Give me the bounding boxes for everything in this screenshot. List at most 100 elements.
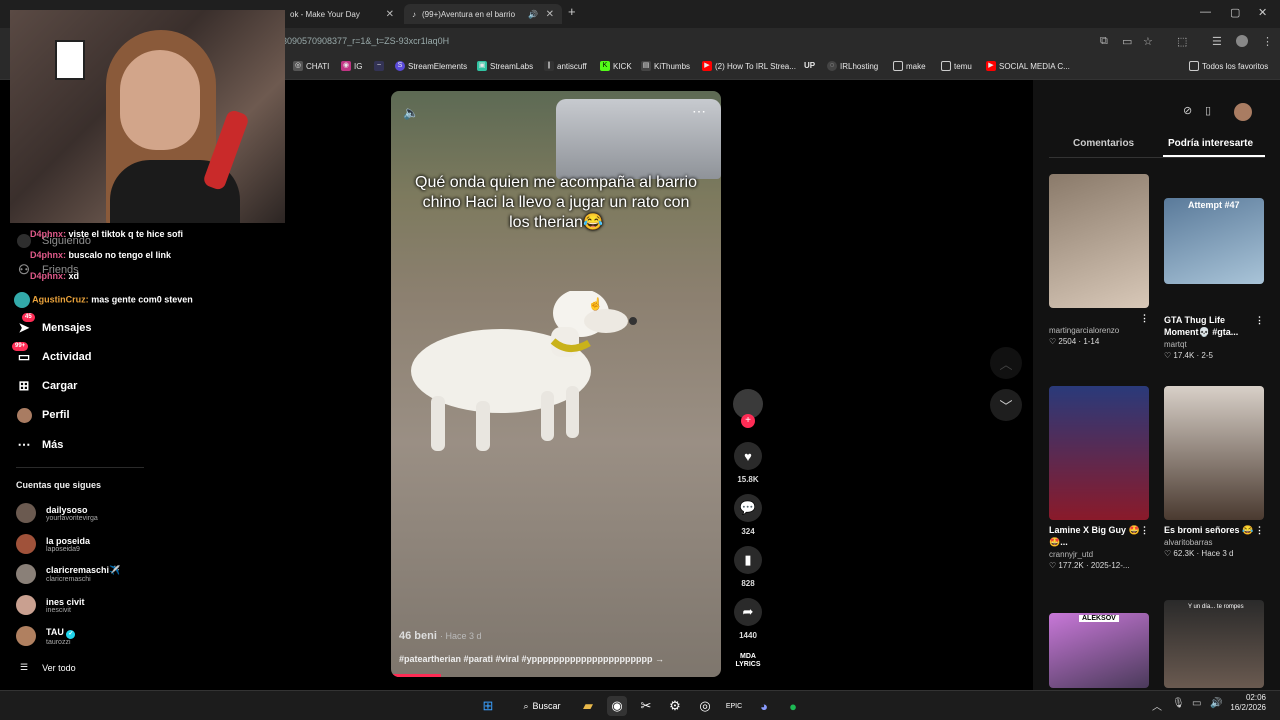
sidebar-item-actividad[interactable]: ▭ 99+ Actividad <box>12 342 92 365</box>
star-bookmark-icon[interactable]: ☆ <box>1143 35 1153 48</box>
bookmark-ig[interactable]: ◉ IG <box>341 61 362 71</box>
video-hashtags[interactable]: #pateartherian #parati #viral #ypppppppp… <box>399 654 664 664</box>
tab-podria-interesarte[interactable]: Podría interesarte <box>1168 138 1253 149</box>
user-avatar[interactable] <box>1234 103 1252 121</box>
card-more-icon[interactable]: ⋮ <box>1255 314 1264 338</box>
streamlabs-icon: ▣ <box>477 61 487 71</box>
see-all-label: Ver todo <box>42 662 76 673</box>
close-tab-icon[interactable]: ✕ <box>546 9 554 20</box>
chat-message: D4phnx: xd <box>30 271 79 281</box>
card-stats: ♡ 62.3K · Hace 3 d <box>1164 549 1234 558</box>
heart-outline-icon: ♡ <box>1164 351 1172 360</box>
system-clock[interactable]: 02:06 16/2/2026 <box>1230 693 1266 713</box>
video-progress-bar[interactable] <box>391 674 441 677</box>
following-account[interactable]: la poseida laposeida9 <box>16 534 90 554</box>
compass-icon[interactable]: ⊘ <box>1183 104 1192 117</box>
steam-icon[interactable]: ⚙ <box>665 696 685 716</box>
minimize-button[interactable]: — <box>1200 6 1211 18</box>
bookmark-youtube[interactable]: ▶ (2) How To IRL Strea... <box>702 61 796 71</box>
bookmark-chart[interactable]: ~ <box>374 61 384 71</box>
volume-icon[interactable]: 🔊 <box>1210 698 1222 709</box>
tab-tiktok-active[interactable]: ♪ (99+)Aventura en el barrio 🔊 ✕ <box>404 4 562 24</box>
bookmark-kithumbs[interactable]: ▤ KiThumbs <box>641 61 690 71</box>
follow-plus-icon[interactable]: + <box>741 414 755 428</box>
network-icon[interactable]: ▭ <box>1192 698 1201 709</box>
share-button[interactable]: ➦ 1440 <box>733 598 763 640</box>
taskbar-search[interactable]: ⌕ Buscar <box>514 696 570 716</box>
bookmark-chati[interactable]: ◎ CHATI <box>293 61 329 71</box>
address-bar-url[interactable]: 3090570908377_r=1&_t=ZS-93xcr1laq0H <box>282 36 449 46</box>
recommended-video-card[interactable]: Lamine X Big Guy 🤩🤩... ⋮ crannyjr_utd ♡ 1… <box>1049 386 1149 570</box>
bookmark-antiscuff[interactable]: ∥ antiscuff <box>544 61 587 71</box>
card-more-icon[interactable]: ⋮ <box>1140 524 1149 548</box>
card-more-icon[interactable]: ⋮ <box>1255 524 1264 536</box>
previous-video-button[interactable]: ︿ <box>990 347 1022 379</box>
globe-icon: ◌ <box>827 61 837 71</box>
following-account[interactable]: dailysoso yourfavoritevirga <box>16 503 98 523</box>
reading-list-icon[interactable]: ☰ <box>1212 35 1222 48</box>
following-account[interactable]: TAU ✓ taurozzi <box>16 626 76 646</box>
sidebar-item-perfil[interactable]: Perfil <box>16 407 70 423</box>
comment-button[interactable]: 💬 324 <box>733 494 763 536</box>
menu-icon[interactable]: ⋮ <box>1262 35 1273 48</box>
tab-make-your-day[interactable]: ok - Make Your Day ✕ <box>282 4 402 24</box>
search-icon: ⌕ <box>523 700 529 711</box>
chat-text: mas gente com0 steven <box>91 294 193 305</box>
sidebar-item-mas[interactable]: ⋯ Más <box>16 437 64 453</box>
next-video-button[interactable]: ﹀ <box>990 389 1022 421</box>
sidebar-item-cargar[interactable]: ⊞ Cargar <box>16 378 78 394</box>
phone-icon[interactable]: ▯ <box>1205 104 1211 117</box>
see-all-button[interactable]: ☰ Ver todo <box>16 662 76 673</box>
lyrics-badge[interactable]: MDA LYRICS <box>733 653 763 669</box>
like-button[interactable]: ♥ 15.8K <box>733 442 763 484</box>
more-options-icon[interactable]: ⋯ <box>692 103 707 120</box>
video-player[interactable]: Qué onda quien me acompaña al barrio chi… <box>391 91 721 677</box>
bookmark-up[interactable]: UP <box>804 61 815 70</box>
chrome-icon[interactable]: ◉ <box>607 696 627 716</box>
recommended-video-card[interactable]: ⋮ martingarcialorenzo ♡ 2504 · 1-14 <box>1049 174 1149 346</box>
capcut-icon[interactable]: ✂ <box>636 696 656 716</box>
discord-icon[interactable]: ◕ <box>754 696 774 716</box>
maximize-button[interactable]: ▢ <box>1230 6 1240 19</box>
recommended-video-card[interactable]: Es bromi señores 😂 ⋮ alvaritobarras ♡ 62.… <box>1164 386 1264 558</box>
card-more-icon[interactable]: ⋮ <box>1140 312 1149 324</box>
profile-avatar[interactable] <box>1236 35 1248 47</box>
bookmark-streamlabs[interactable]: ▣ StreamLabs <box>477 61 533 71</box>
recommended-video-card[interactable]: Y un día... te rompes <box>1164 600 1264 688</box>
card-author: martqt <box>1164 340 1187 349</box>
tray-chevron-up-icon[interactable]: ︿ <box>1152 698 1162 713</box>
obs-icon[interactable]: ◎ <box>695 696 715 716</box>
new-tab-button[interactable]: + <box>568 4 576 19</box>
tab-comentarios[interactable]: Comentarios <box>1073 138 1134 149</box>
close-tab-icon[interactable]: ✕ <box>386 9 394 20</box>
mute-icon[interactable]: 🔈 <box>403 105 419 121</box>
bookmark-irlhosting[interactable]: ◌ IRLhosting <box>827 61 878 71</box>
save-button[interactable]: ▮ 828 <box>733 546 763 588</box>
cast-icon[interactable]: ▭ <box>1122 35 1132 48</box>
following-account[interactable]: claricremaschi✈️ claricremaschi <box>16 564 120 584</box>
bookmark-folder-temu[interactable]: temu <box>941 61 972 71</box>
close-window-button[interactable]: ✕ <box>1258 6 1267 19</box>
windows-start-icon[interactable]: ⊞ <box>478 696 498 716</box>
epic-games-icon[interactable]: EPIC <box>724 696 744 716</box>
bookmark-folder-make[interactable]: make <box>893 61 926 71</box>
right-panel <box>1033 80 1280 690</box>
extensions-icon[interactable]: ⬚ <box>1177 35 1187 48</box>
bookmark-kick[interactable]: K KICK <box>600 61 632 71</box>
recommended-video-card[interactable]: Attempt #47 GTA Thug Life Moment💀 #gta..… <box>1164 198 1264 360</box>
bookmark-social-media[interactable]: ▶ SOCIAL MEDIA C... <box>986 61 1070 71</box>
thumbnail-overlay-text: Attempt #47 <box>1188 200 1240 210</box>
spotify-icon[interactable]: ● <box>783 696 803 716</box>
file-explorer-icon[interactable]: ▰ <box>578 696 598 716</box>
recommended-video-card[interactable]: ALEKSOV <box>1049 613 1149 688</box>
bookmark-streamelements[interactable]: S StreamElements <box>395 61 467 71</box>
chart-icon: ~ <box>374 61 384 71</box>
microphone-icon[interactable]: 🎙 <box>1172 698 1185 709</box>
video-author[interactable]: 46 beni · Hace 3 d <box>399 630 482 642</box>
sidebar-item-mensajes[interactable]: ➤ 45 Mensajes <box>16 313 92 336</box>
all-bookmarks-folder[interactable]: Todos los favoritos <box>1189 61 1268 71</box>
speaker-icon[interactable]: 🔊 <box>528 10 538 19</box>
translate-icon[interactable]: ⧉ <box>1100 35 1108 48</box>
following-account[interactable]: ines civit inescivit <box>16 595 85 615</box>
tab-label: ok - Make Your Day <box>290 9 360 19</box>
